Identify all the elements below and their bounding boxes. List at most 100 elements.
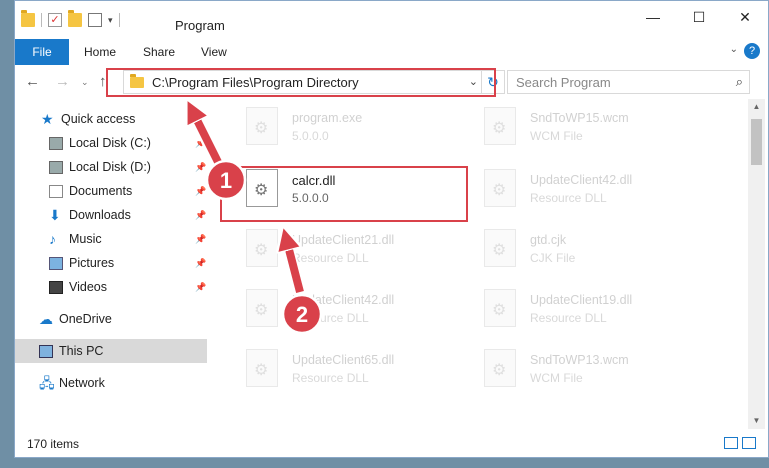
- file-icon: [246, 349, 278, 387]
- help-button[interactable]: ?: [744, 43, 760, 59]
- window-title: Program: [175, 18, 225, 33]
- cloud-icon: ☁: [39, 310, 53, 327]
- pin-icon[interactable]: 📌: [195, 258, 206, 269]
- file-type: Resource DLL: [292, 251, 369, 265]
- item-count: 170 items: [27, 437, 80, 451]
- file-item[interactable]: UpdateClient21.dll Resource DLL: [246, 225, 486, 275]
- vertical-scrollbar[interactable]: ▲ ▼: [748, 99, 765, 429]
- file-item[interactable]: gtd.cjk CJK File: [484, 225, 724, 275]
- download-icon: ⬇: [49, 206, 61, 223]
- file-item[interactable]: UpdateClient65.dll Resource DLL: [246, 345, 486, 395]
- tab-home[interactable]: Home: [84, 39, 116, 65]
- file-name: SndToWP15.wcm: [530, 111, 629, 125]
- folder-icon: [21, 10, 35, 27]
- file-name: UpdateClient42.dll: [530, 173, 633, 187]
- sidebar-item-label: Local Disk (C:): [69, 136, 151, 150]
- disk-icon: [49, 136, 63, 150]
- file-type: WCM File: [530, 371, 583, 385]
- file-item[interactable]: UpdateClient42.dll Resource DLL: [484, 165, 724, 215]
- pin-icon[interactable]: 📌: [195, 282, 206, 293]
- large-icons-view-icon[interactable]: [742, 437, 756, 449]
- document-icon: [49, 184, 63, 198]
- file-icon: [484, 289, 516, 327]
- sidebar-item-this-pc[interactable]: This PC: [15, 339, 207, 363]
- file-icon: [246, 107, 278, 145]
- title-bar: ✓ ▾ Program — ☐ ✕: [15, 1, 768, 39]
- sidebar-item-label: Local Disk (D:): [69, 160, 151, 174]
- search-input[interactable]: Search Program ⌕: [507, 70, 750, 94]
- pin-icon[interactable]: 📌: [195, 210, 206, 221]
- divider: [118, 13, 120, 27]
- file-item[interactable]: SndToWP13.wcm WCM File: [484, 345, 724, 395]
- pin-icon[interactable]: 📌: [195, 186, 206, 197]
- file-type: WCM File: [530, 129, 583, 143]
- tab-view[interactable]: View: [201, 39, 227, 65]
- file-icon: [484, 229, 516, 267]
- sidebar-item-label: This PC: [59, 344, 104, 358]
- sidebar-item-local-disk-d[interactable]: Local Disk (D:) 📌: [15, 155, 207, 179]
- ribbon-tabs: File Home Share View ⌄ ?: [15, 39, 768, 89]
- file-item[interactable]: UpdateClient42.dll Resource DLL: [246, 285, 486, 335]
- sidebar-item-label: OneDrive: [59, 312, 112, 326]
- toolbar-dropdown-icon[interactable]: ▾: [108, 15, 113, 26]
- sidebar-item-videos[interactable]: Videos 📌: [15, 275, 207, 299]
- view-switcher: [724, 437, 756, 449]
- disk-icon: [49, 160, 63, 174]
- scroll-down-icon[interactable]: ▼: [748, 413, 765, 429]
- file-type: Resource DLL: [530, 311, 607, 325]
- close-button[interactable]: ✕: [722, 1, 768, 33]
- sidebar-item-downloads[interactable]: ⬇ Downloads 📌: [15, 203, 207, 227]
- customize-view-icon[interactable]: [88, 13, 102, 27]
- sidebar-item-local-disk-c[interactable]: Local Disk (C:) 📌: [15, 131, 207, 155]
- details-view-icon[interactable]: [724, 437, 738, 449]
- file-item[interactable]: UpdateClient19.dll Resource DLL: [484, 285, 724, 335]
- pin-icon[interactable]: 📌: [195, 234, 206, 245]
- file-item[interactable]: program.exe 5.0.0.0: [246, 103, 486, 153]
- file-highlight-box: [220, 166, 468, 222]
- sidebar-item-label: Music: [69, 232, 102, 246]
- window-controls: — ☐ ✕: [630, 1, 768, 33]
- expand-ribbon-icon[interactable]: ⌄: [730, 44, 738, 55]
- pin-icon[interactable]: 📌: [195, 138, 206, 149]
- file-name: UpdateClient19.dll: [530, 293, 633, 307]
- recent-locations-icon[interactable]: ⌄: [81, 77, 89, 88]
- sidebar-item-pictures[interactable]: Pictures 📌: [15, 251, 207, 275]
- file-icon: [484, 107, 516, 145]
- file-item[interactable]: SndToWP15.wcm WCM File: [484, 103, 724, 153]
- scrollbar-thumb[interactable]: [751, 119, 762, 165]
- video-icon: [49, 280, 63, 294]
- sidebar-item-label: Pictures: [69, 256, 115, 270]
- minimize-button[interactable]: —: [630, 1, 676, 33]
- sidebar-item-network[interactable]: 🖧 Network: [15, 371, 207, 395]
- divider: [41, 13, 42, 27]
- properties-check-icon[interactable]: ✓: [48, 13, 62, 27]
- file-icon: [246, 229, 278, 267]
- sidebar-item-label: Documents: [69, 184, 133, 198]
- status-bar: 170 items: [15, 429, 768, 457]
- sidebar-item-onedrive[interactable]: ☁ OneDrive: [15, 307, 207, 331]
- sidebar-item-label: Network: [59, 376, 105, 390]
- file-name: program.exe: [292, 111, 363, 125]
- sidebar-item-label: Downloads: [69, 208, 131, 222]
- network-icon: 🖧: [39, 374, 55, 391]
- scroll-up-icon[interactable]: ▲: [748, 99, 765, 115]
- search-placeholder: Search Program: [516, 75, 611, 90]
- navigation-pane: ★ Quick access Local Disk (C:) 📌 Local D…: [15, 99, 207, 429]
- maximize-button[interactable]: ☐: [676, 1, 722, 33]
- file-name: gtd.cjk: [530, 233, 567, 247]
- pin-icon[interactable]: 📌: [195, 162, 206, 173]
- file-icon: [484, 169, 516, 207]
- tab-share[interactable]: Share: [143, 39, 175, 65]
- sidebar-item-documents[interactable]: Documents 📌: [15, 179, 207, 203]
- picture-icon: [49, 256, 63, 270]
- back-arrow-icon[interactable]: ←: [25, 73, 40, 90]
- forward-arrow-icon[interactable]: →: [55, 73, 70, 90]
- file-type: Resource DLL: [530, 191, 607, 205]
- file-type: Resource DLL: [292, 371, 369, 385]
- new-folder-icon[interactable]: [68, 10, 82, 27]
- sidebar-item-quick-access[interactable]: ★ Quick access: [15, 107, 207, 131]
- star-icon: ★: [41, 110, 54, 127]
- music-icon: ♪: [49, 230, 56, 247]
- quick-access-toolbar: ✓ ▾: [21, 10, 120, 27]
- sidebar-item-music[interactable]: ♪ Music 📌: [15, 227, 207, 251]
